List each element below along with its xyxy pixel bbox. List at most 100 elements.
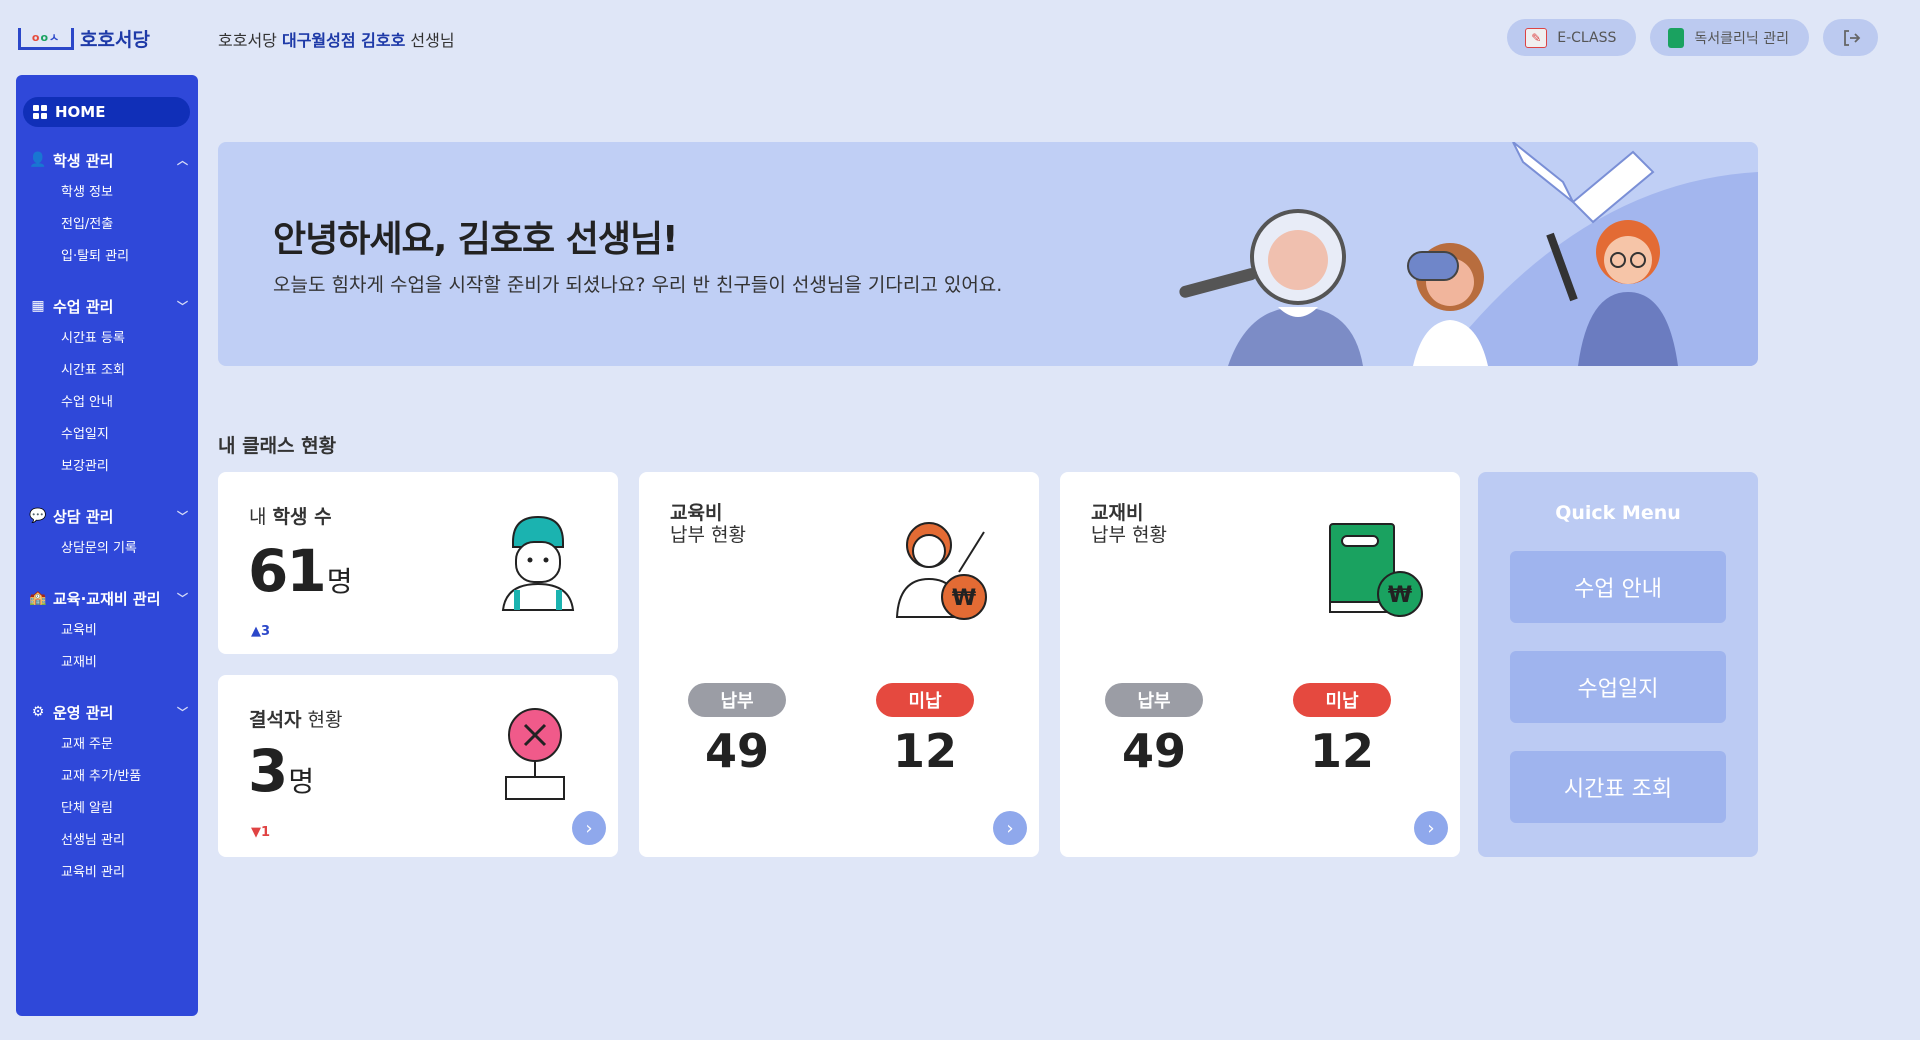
- greeting-branch: 대구월성점 김호호: [281, 31, 406, 50]
- sidebar-item-book-fee[interactable]: 교재비: [16, 647, 198, 679]
- eclass-icon: ✎: [1525, 27, 1548, 48]
- sidebar-item-book-return[interactable]: 교재 추가/반품: [16, 761, 198, 793]
- sidebar-section-header[interactable]: 💬 상담 관리 ﹀: [16, 505, 198, 527]
- sidebar-item-teacher-manage[interactable]: 선생님 관리: [16, 825, 198, 857]
- sidebar-section-header[interactable]: 🏫 교육·교재비 관리 ﹀: [16, 587, 198, 609]
- student-avatar-icon: [501, 515, 575, 611]
- absent-card[interactable]: 결석자 현황 3명 ▼1 ›: [218, 675, 618, 857]
- label-prefix: 내: [249, 506, 267, 528]
- student-count-label: 내 학생 수: [249, 502, 332, 529]
- sidebar-item-timetable-register[interactable]: 시간표 등록: [16, 323, 198, 355]
- logo[interactable]: ooㅅ 호호서당: [18, 25, 150, 52]
- section-label: 학생 관리: [53, 151, 114, 170]
- absent-unit: 명: [288, 765, 315, 798]
- tuition-card[interactable]: 교육비 납부 현황 ₩ 납부 미납 49 12 ›: [639, 472, 1039, 857]
- sidebar-item-makeup[interactable]: 보강관리: [16, 451, 198, 483]
- student-count-unit: 명: [326, 565, 353, 598]
- sidebar-item-tuition[interactable]: 교육비: [16, 615, 198, 647]
- absent-delta: ▼1: [251, 825, 271, 840]
- sidebar-section-header[interactable]: ▦ 수업 관리 ﹀: [16, 295, 198, 317]
- sidebar: HOME 👤 학생 관리 ︿ 학생 정보 전입/전출 입·탈퇴 관리 ▦ 수업 …: [16, 75, 198, 1016]
- svg-text:₩: ₩: [1388, 583, 1412, 608]
- quick-menu-title: Quick Menu: [1555, 502, 1681, 524]
- sidebar-item-book-order[interactable]: 교재 주문: [16, 729, 198, 761]
- tuition-title: 교육비: [670, 502, 723, 524]
- tuition-paid-count: 49: [704, 724, 769, 778]
- banner-title: 안녕하세요, 김호호 선생님!: [273, 219, 678, 260]
- absent-more-button[interactable]: ›: [572, 811, 606, 845]
- tuition-paid-badge: 납부: [688, 683, 786, 717]
- sidebar-item-class-journal[interactable]: 수업일지: [16, 419, 198, 451]
- book-fee-subtitle: 납부 현황: [1091, 524, 1167, 546]
- class-status-title: 내 클래스 현황: [218, 435, 337, 457]
- section-label: 상담 관리: [53, 507, 114, 526]
- quick-timetable-button[interactable]: 시간표 조회: [1510, 751, 1726, 823]
- book-paid-count: 49: [1121, 724, 1186, 778]
- eclass-label: E-CLASS: [1557, 29, 1617, 46]
- student-count-number: 61: [248, 537, 327, 605]
- sidebar-item-transfer[interactable]: 전입/전출: [16, 209, 198, 241]
- student-count-card[interactable]: 내 학생 수 61명 ▲3: [218, 472, 618, 654]
- section-label: 운영 관리: [53, 703, 114, 722]
- tuition-more-button[interactable]: ›: [993, 811, 1027, 845]
- logout-button[interactable]: [1823, 19, 1878, 56]
- book-fee-more-button[interactable]: ›: [1414, 811, 1448, 845]
- sidebar-item-class-guide[interactable]: 수업 안내: [16, 387, 198, 419]
- logo-mark-icon: ooㅅ: [18, 27, 74, 50]
- chevron-down-icon: ﹀: [177, 300, 188, 313]
- sidebar-item-group-notice[interactable]: 단체 알림: [16, 793, 198, 825]
- blackboard-icon: ▦: [31, 298, 45, 314]
- sidebar-item-student-info[interactable]: 학생 정보: [16, 177, 198, 209]
- header-greeting: 호호서당 대구월성점 김호호 선생님: [218, 27, 455, 51]
- label-suffix: 현황: [307, 709, 343, 731]
- sidebar-item-timetable-view[interactable]: 시간표 조회: [16, 355, 198, 387]
- absent-label: 결석자 현황: [249, 705, 342, 732]
- sidebar-section-counseling: 💬 상담 관리 ﹀ 상담문의 기록: [16, 505, 198, 565]
- chevron-down-icon: ﹀: [177, 706, 188, 719]
- sidebar-section-classes: ▦ 수업 관리 ﹀ 시간표 등록 시간표 조회 수업 안내 수업일지 보강관리: [16, 295, 198, 483]
- chevron-down-icon: ﹀: [177, 510, 188, 523]
- chevron-down-icon: ﹀: [177, 592, 188, 605]
- sidebar-item-enroll-withdraw[interactable]: 입·탈퇴 관리: [16, 241, 198, 273]
- quick-class-journal-button[interactable]: 수업일지: [1510, 651, 1726, 723]
- book-unpaid-badge: 미납: [1293, 683, 1391, 717]
- chat-icon: 💬: [29, 508, 47, 524]
- sidebar-item-tuition-manage[interactable]: 교육비 관리: [16, 857, 198, 889]
- sidebar-section-header[interactable]: ⚙ 운영 관리 ﹀: [16, 701, 198, 723]
- home-label: HOME: [55, 103, 106, 121]
- book-fee-label: 교재비 납부 현황: [1091, 502, 1167, 546]
- book-unpaid-count: 12: [1309, 724, 1374, 778]
- greeting-suffix: 선생님: [410, 31, 455, 50]
- sidebar-section-header[interactable]: 👤 학생 관리 ︿: [16, 149, 198, 171]
- tuition-unpaid-count: 12: [892, 724, 957, 778]
- absent-value: 3명: [248, 737, 314, 805]
- logo-text: 호호서당: [80, 29, 150, 51]
- sidebar-home[interactable]: HOME: [23, 97, 190, 127]
- absent-pin-icon: [505, 708, 565, 800]
- tuition-unpaid-badge: 미납: [876, 683, 974, 717]
- banner-subtitle: 오늘도 힘차게 수업을 시작할 준비가 되셨나요? 우리 반 친구들이 선생님을…: [273, 274, 1003, 296]
- clinic-label: 독서클리닉 관리: [1694, 30, 1789, 47]
- sidebar-item-counseling-log[interactable]: 상담문의 기록: [16, 533, 198, 565]
- eclass-button[interactable]: ✎ E-CLASS: [1507, 19, 1637, 56]
- sidebar-section-operations: ⚙ 운영 관리 ﹀ 교재 주문 교재 추가/반품 단체 알림 선생님 관리 교육…: [16, 701, 198, 889]
- book-fee-card[interactable]: 교재비 납부 현황 ₩ 납부 미납 49 12 ›: [1060, 472, 1460, 857]
- welcome-banner: 안녕하세요, 김호호 선생님! 오늘도 힘차게 수업을 시작할 준비가 되셨나요…: [218, 142, 1758, 366]
- label-bold: 학생 수: [272, 506, 332, 528]
- kids-illustration: [1179, 142, 1758, 366]
- book-fee-icon: ₩: [1329, 523, 1423, 617]
- section-label: 수업 관리: [53, 297, 114, 316]
- home-grid-icon: [33, 105, 47, 119]
- logout-icon: [1843, 29, 1860, 46]
- greeting-prefix: 호호서당: [218, 31, 277, 50]
- clinic-book-icon: [1668, 27, 1685, 48]
- sidebar-section-students: 👤 학생 관리 ︿ 학생 정보 전입/전출 입·탈퇴 관리: [16, 149, 198, 273]
- label-bold: 결석자: [249, 709, 302, 731]
- student-count-delta: ▲3: [251, 624, 271, 639]
- svg-text:₩: ₩: [952, 586, 976, 611]
- quick-class-guide-button[interactable]: 수업 안내: [1510, 551, 1726, 623]
- gear-icon: ⚙: [31, 704, 45, 720]
- top-actions: ✎ E-CLASS 독서클리닉 관리: [1507, 19, 1878, 56]
- reading-clinic-button[interactable]: 독서클리닉 관리: [1650, 19, 1809, 56]
- quick-menu: Quick Menu 수업 안내 수업일지 시간표 조회: [1478, 472, 1758, 857]
